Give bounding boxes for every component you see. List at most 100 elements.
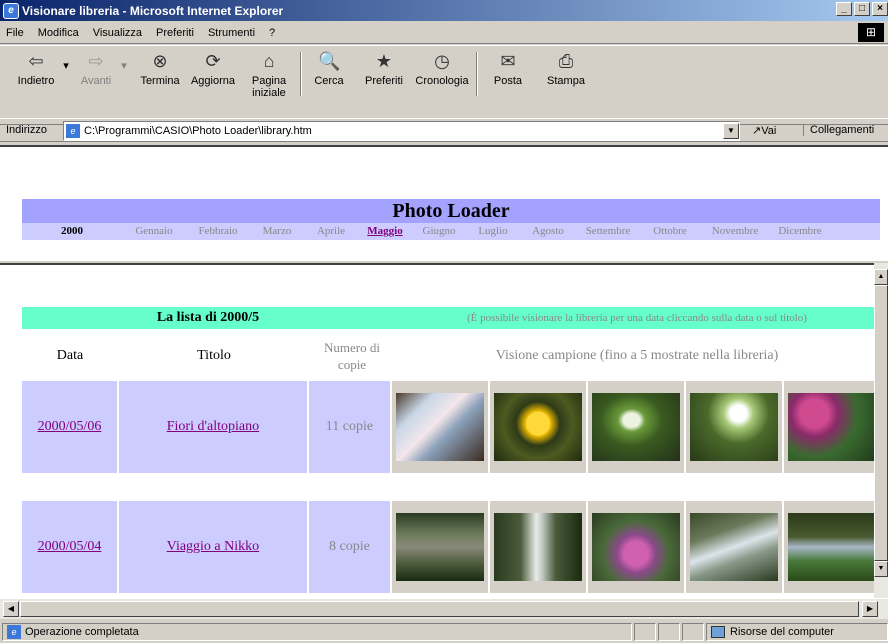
month-nav: 2000 Gennaio Febbraio Marzo Aprile Maggi… xyxy=(22,223,880,240)
computer-icon xyxy=(711,626,725,638)
menu-modifica[interactable]: Modifica xyxy=(38,27,79,39)
col-date: Data xyxy=(56,348,84,363)
print-button[interactable]: ⎙ Stampa xyxy=(540,50,592,87)
thumbnail[interactable] xyxy=(490,501,586,593)
title-link[interactable]: Viaggio a Nikko xyxy=(167,539,259,555)
forward-arrow-icon: ⇨ xyxy=(88,51,104,71)
close-button[interactable]: × xyxy=(872,2,888,16)
pink-flowers-photo xyxy=(788,393,874,461)
back-arrow-icon: ⇦ xyxy=(28,51,44,71)
list-hint: (È possibile visionare la libreria per u… xyxy=(394,307,874,329)
month-luglio[interactable]: Luglio xyxy=(466,223,520,240)
thumbnail[interactable] xyxy=(784,381,874,473)
favorites-button[interactable]: ★ Preferiti xyxy=(356,50,412,87)
history-icon: ◷ xyxy=(434,51,450,71)
vertical-scrollbar[interactable]: ▲ ▼ xyxy=(874,263,888,598)
date-link[interactable]: 2000/05/06 xyxy=(38,419,102,435)
go-button[interactable]: ↗Vai xyxy=(752,124,776,137)
row-date: 2000/05/06 xyxy=(22,381,117,473)
zone-text: Risorse del computer xyxy=(730,626,834,638)
month-aprile[interactable]: Aprile xyxy=(304,223,358,240)
main-frame: La lista di 2000/5 (È possibile visionar… xyxy=(0,263,874,598)
windows-logo-icon: ⊞ xyxy=(858,23,884,42)
scroll-right-icon[interactable]: ▶ xyxy=(862,601,878,617)
row-title: Viaggio a Nikko xyxy=(118,501,307,593)
col-title: Titolo xyxy=(197,348,231,363)
menu-preferiti[interactable]: Preferiti xyxy=(156,27,194,39)
scroll-thumb[interactable] xyxy=(874,285,888,561)
month-giugno[interactable]: Giugno xyxy=(412,223,466,240)
month-agosto[interactable]: Agosto xyxy=(520,223,576,240)
month-marzo[interactable]: Marzo xyxy=(250,223,304,240)
search-icon: 🔍 xyxy=(318,51,341,71)
home-button[interactable]: ⌂ Pagina iniziale xyxy=(244,50,294,99)
thumbnail[interactable] xyxy=(392,381,488,473)
maximize-button[interactable]: □ xyxy=(854,2,870,16)
list-header: La lista di 2000/5 (È possibile visionar… xyxy=(22,307,874,329)
horizontal-scrollbar[interactable]: ◀ ▶ xyxy=(0,598,888,619)
month-febbraio[interactable]: Febbraio xyxy=(186,223,250,240)
thumbnail[interactable] xyxy=(588,381,684,473)
hscroll-thumb[interactable] xyxy=(20,601,859,617)
stream-photo xyxy=(690,513,778,581)
toolbar-separator xyxy=(476,52,478,96)
month-settembre[interactable]: Settembre xyxy=(576,223,640,240)
address-dropdown-icon[interactable]: ▼ xyxy=(723,123,739,139)
address-input[interactable]: e C:\Programmi\CASIO\Photo Loader\librar… xyxy=(63,121,740,141)
stop-icon: ⊗ xyxy=(152,51,168,71)
go-arrow-icon: ↗ xyxy=(752,125,762,137)
table-row: 2000/05/06 Fiori d'altopiano 11 copie xyxy=(22,381,874,473)
month-ottobre[interactable]: Ottobre xyxy=(640,223,700,240)
search-button[interactable]: 🔍 Cerca xyxy=(306,50,352,87)
address-bar: Indirizzo e C:\Programmi\CASIO\Photo Loa… xyxy=(0,118,888,142)
mail-button[interactable]: ✉ Posta xyxy=(482,50,534,87)
title-link[interactable]: Fiori d'altopiano xyxy=(167,419,259,435)
window-controls: _ □ × xyxy=(834,2,888,16)
address-label: Indirizzo xyxy=(6,124,47,136)
menu-visualizza[interactable]: Visualizza xyxy=(93,27,142,39)
thumbnail[interactable] xyxy=(686,381,782,473)
month-gennaio[interactable]: Gennaio xyxy=(122,223,186,240)
thumbnail[interactable] xyxy=(784,501,874,593)
month-dicembre[interactable]: Dicembre xyxy=(770,223,830,240)
month-novembre[interactable]: Novembre xyxy=(700,223,770,240)
menu-strumenti[interactable]: Strumenti xyxy=(208,27,255,39)
status-cell xyxy=(682,623,704,641)
forward-button[interactable]: ⇨ Avanti xyxy=(76,50,116,87)
page-title: Photo Loader xyxy=(22,199,880,223)
stop-button[interactable]: ⊗ Termina xyxy=(135,50,185,87)
green-plant-photo xyxy=(592,393,680,461)
menu-file[interactable]: File xyxy=(6,27,24,39)
refresh-button[interactable]: ⟳ Aggiorna xyxy=(188,50,238,87)
status-text-cell: e Operazione completata xyxy=(2,623,632,641)
toolbar-separator xyxy=(300,52,302,96)
thumbnail[interactable] xyxy=(392,501,488,593)
address-url: C:\Programmi\CASIO\Photo Loader\library.… xyxy=(84,125,312,137)
row-date: 2000/05/04 xyxy=(22,501,117,593)
thumbnail[interactable] xyxy=(686,501,782,593)
date-link[interactable]: 2000/05/04 xyxy=(38,539,102,555)
history-button[interactable]: ◷ Cronologia xyxy=(410,50,474,87)
list-title: La lista di 2000/5 xyxy=(22,307,394,329)
menu-bar: File Modifica Visualizza Preferiti Strum… xyxy=(0,22,888,44)
scroll-down-icon[interactable]: ▼ xyxy=(874,561,888,577)
status-text: Operazione completata xyxy=(25,626,139,638)
scroll-up-icon[interactable]: ▲ xyxy=(874,269,888,285)
waterfall-photo xyxy=(494,513,582,581)
col-preview: Visione campione (fino a 5 mostrate nell… xyxy=(495,348,779,363)
ie-logo-icon: e xyxy=(3,2,19,19)
scroll-left-icon[interactable]: ◀ xyxy=(3,601,19,617)
row-count: 11 copie xyxy=(308,381,390,473)
back-dropdown[interactable]: ▾ xyxy=(60,60,72,72)
minimize-button[interactable]: _ xyxy=(836,2,852,16)
mail-icon: ✉ xyxy=(500,51,516,71)
yellow-flower-photo xyxy=(494,393,582,461)
back-button[interactable]: ⇦ Indietro xyxy=(14,50,58,87)
month-maggio[interactable]: Maggio xyxy=(358,223,412,240)
forward-dropdown[interactable]: ▾ xyxy=(118,60,130,72)
status-cell xyxy=(634,623,656,641)
menu-help[interactable]: ? xyxy=(269,27,275,39)
thumbnail[interactable] xyxy=(588,501,684,593)
links-button[interactable]: Collegamenti xyxy=(803,124,874,136)
thumbnail[interactable] xyxy=(490,381,586,473)
